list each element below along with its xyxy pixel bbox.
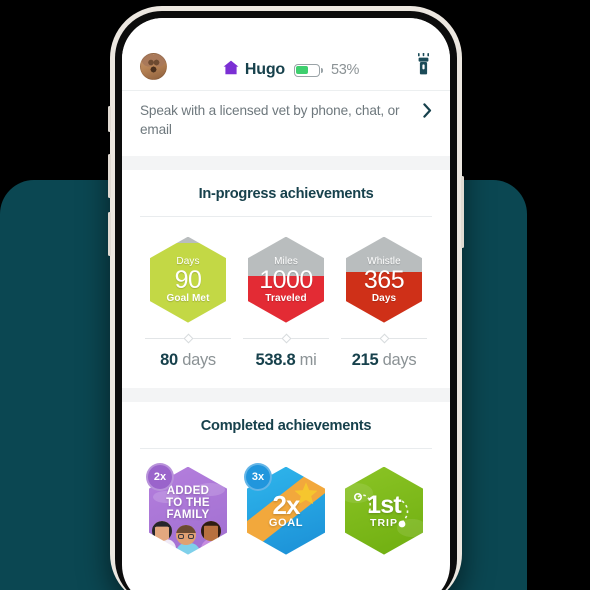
phone-screen: Hugo 53% Speak with a licensed vet by ph… (122, 18, 450, 590)
multiplier-badge: 3x (244, 462, 272, 491)
power-button[interactable] (461, 176, 464, 248)
multiplier-badge: 2x (146, 462, 174, 491)
star-icon (293, 481, 319, 512)
in-progress-section: In-progress achievements Days 90 Goal Me… (122, 169, 450, 370)
phone-bezel: Hugo 53% Speak with a licensed vet by ph… (115, 11, 457, 590)
section-divider-strip (122, 155, 450, 170)
badge-stat: 538.8 mi (256, 351, 317, 370)
badge-stat-value: 215 (351, 350, 379, 369)
badge-line-2: TO THE (166, 496, 210, 509)
hex-top-label: Days (176, 255, 200, 267)
person-figure-1 (152, 520, 176, 551)
progress-divider (145, 333, 231, 344)
badge-sub-label: GOAL (268, 516, 304, 529)
hex-text-group: Whistle 365 Days (346, 237, 422, 323)
hex-bottom-label: Days (371, 292, 397, 304)
badge-main-label: 1st (367, 491, 402, 520)
in-progress-title: In-progress achievements (198, 185, 374, 202)
badge-label-group: 1st TRIP (345, 467, 423, 555)
mute-switch[interactable] (108, 106, 111, 132)
hex-bottom-label: Traveled (265, 292, 307, 304)
battery-icon (293, 63, 324, 77)
hex-badge-365-whistle-days[interactable]: Whistle 365 Days (346, 236, 422, 323)
pet-name-label: Hugo (244, 61, 285, 78)
badge-stat-unit: days (382, 350, 417, 369)
hex-text-group: Miles 1000 Traveled (248, 237, 324, 323)
first-trip-badge-icon[interactable]: 1st TRIP (345, 466, 423, 555)
in-progress-badge[interactable]: Whistle 365 Days 215 days (338, 236, 430, 370)
hex-main-label: 90 (174, 265, 202, 294)
badge-stat: 215 days (352, 351, 417, 370)
in-progress-badge-row: Days 90 Goal Met 80 days Miles 1000 Trav… (138, 217, 434, 370)
completed-badge-added-to-family[interactable]: 2x ADDED TO THE FAMILY (142, 462, 234, 557)
hex-main-label: 365 (363, 265, 405, 294)
hex-badge-90-days[interactable]: Days 90 Goal Met (150, 236, 226, 323)
header-center-group: Hugo 53% (167, 60, 415, 80)
progress-divider (243, 333, 329, 344)
completed-badge-2x-goal[interactable]: 3x 2x GOAL (240, 462, 332, 557)
hex-badge-1000-miles[interactable]: Miles 1000 Traveled (248, 236, 324, 323)
badge-stat-value: 538.8 (255, 350, 296, 369)
in-progress-badge[interactable]: Days 90 Goal Met 80 days (142, 236, 234, 370)
progress-diamond-icon (281, 333, 291, 344)
hex-top-label: Miles (274, 255, 298, 267)
in-progress-badge[interactable]: Miles 1000 Traveled 538.8 mi (240, 236, 332, 370)
battery-percent-label: 53% (330, 62, 360, 78)
completed-badge-row: 2x ADDED TO THE FAMILY 3x 2x GOAL 1st TR… (138, 449, 434, 557)
home-icon (223, 60, 239, 80)
progress-divider (341, 333, 427, 344)
flashlight-icon[interactable] (415, 52, 432, 80)
person-figure-2 (176, 524, 200, 555)
badge-stat-value: 80 (160, 350, 178, 369)
chevron-right-icon[interactable] (423, 103, 432, 123)
volume-down-button[interactable] (108, 212, 111, 256)
hex-text-group: Days 90 Goal Met (150, 237, 226, 323)
badge-line-3: FAMILY (166, 508, 210, 521)
pet-avatar[interactable] (140, 53, 167, 80)
badge-stat-unit: mi (299, 350, 317, 369)
badge-stat-unit: days (182, 350, 216, 369)
badge-sub-label: TRIP (370, 516, 398, 529)
completed-title: Completed achievements (200, 417, 372, 434)
person-figure-3 (201, 520, 225, 551)
hex-top-label: Whistle (367, 255, 401, 267)
vet-banner-text: Speak with a licensed vet by phone, chat… (140, 103, 400, 138)
progress-diamond-icon (379, 333, 389, 344)
hex-bottom-label: Goal Met (166, 292, 210, 304)
phone-device-frame: Hugo 53% Speak with a licensed vet by ph… (108, 6, 464, 590)
progress-diamond-icon (183, 333, 193, 344)
hex-main-label: 1000 (259, 265, 313, 294)
vet-banner[interactable]: Speak with a licensed vet by phone, chat… (122, 90, 450, 156)
completed-section: Completed achievements 2x ADDED TO THE F… (122, 401, 450, 557)
section-divider-strip-2 (122, 387, 450, 402)
badge-line-1: ADDED (166, 484, 210, 497)
volume-up-button[interactable] (108, 154, 111, 198)
badge-stat: 80 days (160, 351, 216, 370)
app-header: Hugo 53% (122, 18, 450, 90)
completed-badge-first-trip[interactable]: 1st TRIP (338, 466, 430, 557)
